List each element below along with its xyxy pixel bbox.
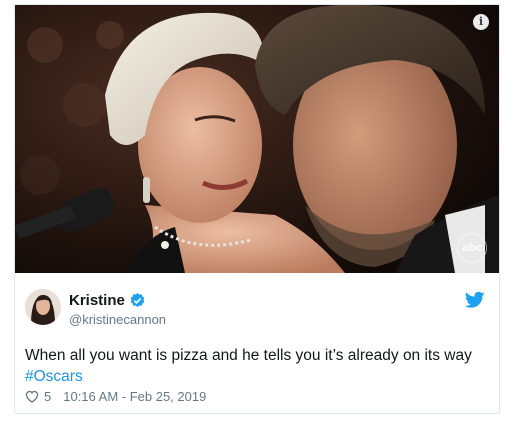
hashtag-link[interactable]: #Oscars [25, 368, 83, 385]
avatar[interactable] [25, 289, 61, 325]
tweet-text: When all you want is pizza and he tells … [25, 345, 485, 387]
heart-icon[interactable] [25, 390, 39, 403]
verified-badge-icon [130, 293, 145, 307]
embedded-tweet-card[interactable]: i abc Kristine @kristinecannon When all … [14, 4, 500, 414]
tweet-body-text: When all you want is pizza and he tells … [25, 347, 472, 364]
media-photo [15, 5, 499, 273]
twitter-bird-icon[interactable] [465, 291, 485, 309]
tweet-media-image[interactable]: i abc [15, 5, 499, 273]
tweet-author[interactable]: Kristine @kristinecannon [15, 287, 499, 333]
author-handle[interactable]: @kristinecannon [69, 312, 166, 327]
info-icon[interactable]: i [473, 14, 489, 30]
avatar-photo [25, 289, 61, 325]
abc-watermark-logo: abc [457, 233, 487, 263]
tweet-timestamp[interactable]: 10:16 AM - Feb 25, 2019 [63, 389, 206, 404]
tweet-footer: 5 10:16 AM - Feb 25, 2019 [25, 389, 206, 404]
author-display-name[interactable]: Kristine [69, 292, 125, 309]
like-count[interactable]: 5 [44, 389, 51, 404]
